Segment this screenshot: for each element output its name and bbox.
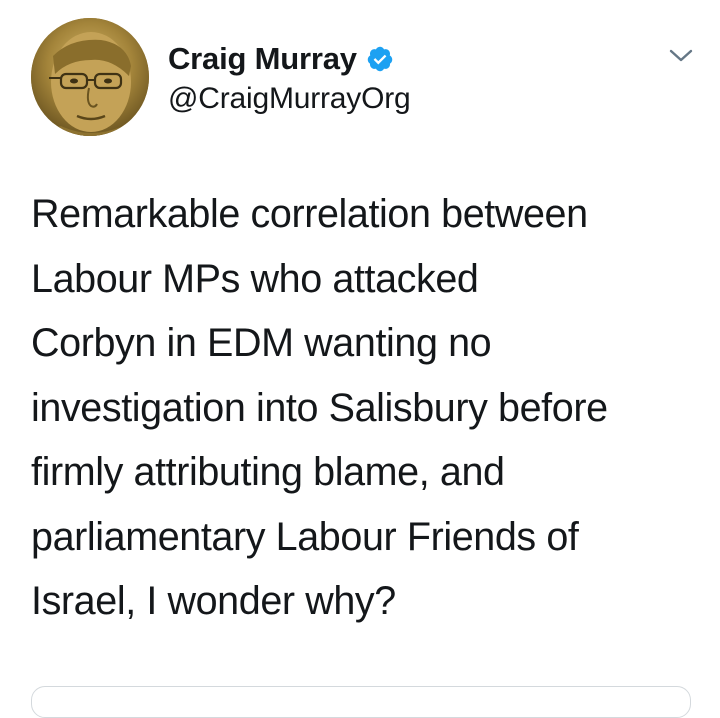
author-name-row: Craig Murray bbox=[168, 39, 394, 79]
embedded-card-edge[interactable] bbox=[31, 686, 691, 718]
verified-badge-icon bbox=[366, 45, 394, 73]
chevron-down-icon[interactable] bbox=[668, 46, 694, 66]
tweet-text-line: parliamentary Labour Friends of bbox=[31, 514, 579, 559]
avatar[interactable] bbox=[31, 18, 149, 136]
tweet-text-line: Labour MPs who attacked bbox=[31, 256, 479, 301]
tweet-text: Remarkable correlation between Labour MP… bbox=[31, 182, 701, 634]
tweet-text-line: Remarkable correlation between bbox=[31, 192, 588, 236]
tweet-text-line: firmly attributing blame, and bbox=[31, 450, 505, 494]
tweet-text-line: Israel, I wonder why? bbox=[31, 579, 396, 623]
tweet: Craig Murray @CraigMurrayOrg Remarkable … bbox=[0, 0, 720, 718]
display-name[interactable]: Craig Murray bbox=[168, 41, 357, 77]
username-handle[interactable]: @CraigMurrayOrg bbox=[168, 82, 411, 116]
tweet-text-line: Corbyn in EDM wanting no bbox=[31, 321, 492, 365]
avatar-photo bbox=[31, 18, 149, 136]
tweet-text-line: investigation into Salisbury before bbox=[31, 385, 608, 430]
